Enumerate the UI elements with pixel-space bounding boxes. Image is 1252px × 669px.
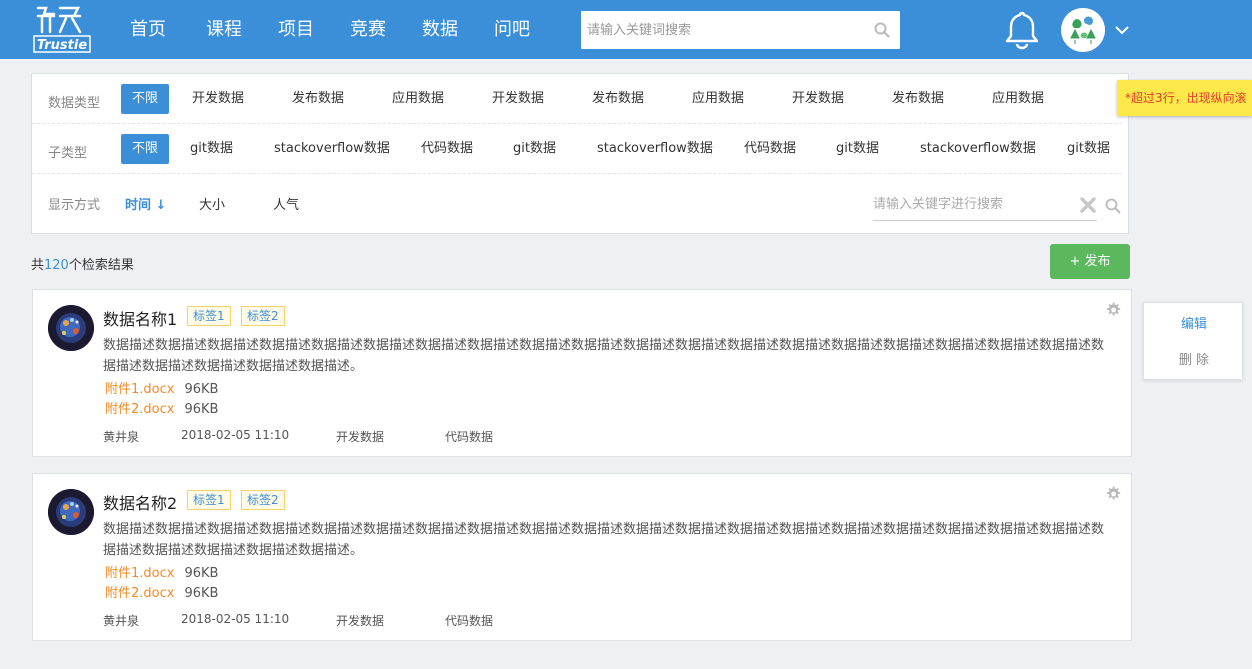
- filter-row-type: 数据类型 不限 开发数据 发布数据 应用数据 开发数据 发布数据 应用数据 开发…: [32, 74, 1122, 124]
- type-option[interactable]: 发布数据: [292, 84, 344, 114]
- result-count-prefix: 共: [31, 258, 45, 273]
- filter-label-display: 显示方式: [48, 198, 101, 213]
- filter-label-type: 数据类型: [48, 96, 101, 111]
- attachment: 附件1.docx 96KB: [105, 562, 218, 581]
- gear-icon[interactable]: [1105, 302, 1121, 322]
- attachment-size: 96KB: [184, 382, 219, 397]
- delete-button[interactable]: 删 除: [1144, 349, 1244, 368]
- sort-by-time[interactable]: 时间 ↓: [125, 194, 166, 213]
- type-option[interactable]: 发布数据: [892, 84, 944, 114]
- search-icon[interactable]: [1105, 198, 1121, 218]
- card-tag[interactable]: 标签1: [187, 306, 231, 326]
- subtype-option[interactable]: git数据: [836, 134, 879, 164]
- result-count: 共120个检索结果: [31, 254, 134, 273]
- filter-search-input[interactable]: [873, 189, 1073, 219]
- card-avatar[interactable]: [48, 489, 94, 535]
- filter-label-subtype: 子类型: [48, 146, 88, 161]
- card-avatar[interactable]: [48, 305, 94, 351]
- attachment: 附件1.docx 96KB: [105, 378, 218, 397]
- filter-row-subtype: 子类型 不限 git数据 stackoverflow数据 代码数据 git数据 …: [32, 124, 1122, 174]
- nav-qa[interactable]: 问吧: [476, 0, 548, 59]
- card-tag[interactable]: 标签2: [241, 490, 285, 510]
- sort-by-popularity[interactable]: 人气: [273, 194, 299, 213]
- card-title[interactable]: 数据名称1: [103, 306, 177, 330]
- trustie-logo[interactable]: Trustie: [32, 4, 92, 54]
- data-card: 数据名称1 标签1 标签2 数据描述数据描述数据描述数据描述数据描述数据描述数据…: [32, 289, 1132, 457]
- global-search: [581, 11, 900, 49]
- type-option[interactable]: 开发数据: [792, 84, 844, 114]
- subtype-option[interactable]: git数据: [190, 134, 233, 164]
- user-avatar[interactable]: [1061, 8, 1105, 52]
- subtype-option[interactable]: stackoverflow数据: [274, 134, 390, 164]
- attachment-name[interactable]: 附件2.docx: [105, 402, 174, 417]
- card-action-menu: 编辑 删 除: [1143, 302, 1243, 380]
- main-nav: 首页 课程 项目 竞赛 数据 问吧: [112, 0, 548, 59]
- type-option[interactable]: 开发数据: [192, 84, 244, 114]
- attachment: 附件2.docx 96KB: [105, 398, 218, 417]
- card-subtype: 代码数据: [445, 614, 494, 628]
- data-card: 数据名称2 标签1 标签2 数据描述数据描述数据描述数据描述数据描述数据描述数据…: [32, 473, 1132, 641]
- attachment-size: 96KB: [184, 566, 219, 581]
- top-navbar: Trustie 首页 课程 项目 竞赛 数据 问吧: [0, 0, 1252, 59]
- type-option[interactable]: 应用数据: [692, 84, 744, 114]
- card-description: 数据描述数据描述数据描述数据描述数据描述数据描述数据描述数据描述数据描述数据描述…: [103, 522, 1105, 558]
- filter-row-display: 显示方式 时间 ↓ 大小 人气: [32, 176, 1122, 226]
- type-option[interactable]: 不限: [121, 84, 170, 114]
- svg-text:Trustie: Trustie: [37, 38, 88, 53]
- search-icon[interactable]: [874, 22, 890, 42]
- card-author: 黄井泉: [103, 614, 140, 628]
- card-type: 开发数据: [336, 614, 385, 628]
- attachment: 附件2.docx 96KB: [105, 582, 218, 601]
- edit-button[interactable]: 编辑: [1144, 313, 1244, 332]
- annotation-note: *超过3行，出现纵向滚: [1117, 80, 1252, 116]
- attachment-name[interactable]: 附件2.docx: [105, 586, 174, 601]
- type-option[interactable]: 应用数据: [392, 84, 444, 114]
- chevron-down-icon[interactable]: [1115, 24, 1129, 39]
- card-tag[interactable]: 标签2: [241, 306, 285, 326]
- attachment-name[interactable]: 附件1.docx: [105, 566, 174, 581]
- subtype-option[interactable]: git数据: [1067, 134, 1110, 164]
- card-time: 2018-02-05 11:10: [181, 428, 290, 442]
- nav-home[interactable]: 首页: [112, 0, 184, 59]
- bell-icon[interactable]: [1004, 10, 1040, 54]
- subtype-option[interactable]: 代码数据: [744, 134, 796, 164]
- type-option[interactable]: 开发数据: [492, 84, 544, 114]
- clear-icon[interactable]: [1080, 197, 1096, 217]
- nav-data[interactable]: 数据: [404, 0, 476, 59]
- filter-panel: 数据类型 不限 开发数据 发布数据 应用数据 开发数据 发布数据 应用数据 开发…: [31, 73, 1129, 234]
- result-count-suffix: 个检索结果: [68, 258, 134, 273]
- type-option[interactable]: 发布数据: [592, 84, 644, 114]
- gear-icon[interactable]: [1105, 486, 1121, 506]
- card-time: 2018-02-05 11:10: [181, 612, 290, 626]
- card-type: 开发数据: [336, 430, 385, 444]
- nav-projects[interactable]: 项目: [260, 0, 332, 59]
- card-title[interactable]: 数据名称2: [103, 490, 177, 514]
- subtype-option[interactable]: git数据: [513, 134, 556, 164]
- publish-button[interactable]: + 发布: [1050, 244, 1130, 279]
- filter-search: [873, 189, 1097, 221]
- nav-courses[interactable]: 课程: [188, 0, 260, 59]
- card-tag[interactable]: 标签1: [187, 490, 231, 510]
- attachment-name[interactable]: 附件1.docx: [105, 382, 174, 397]
- card-description: 数据描述数据描述数据描述数据描述数据描述数据描述数据描述数据描述数据描述数据描述…: [103, 338, 1105, 374]
- attachment-size: 96KB: [184, 402, 219, 417]
- subtype-option[interactable]: stackoverflow数据: [920, 134, 1036, 164]
- card-author: 黄井泉: [103, 430, 140, 444]
- card-subtype: 代码数据: [445, 430, 494, 444]
- attachment-size: 96KB: [184, 586, 219, 601]
- subtype-option[interactable]: 不限: [121, 134, 170, 164]
- sort-by-size[interactable]: 大小: [199, 194, 225, 213]
- result-count-number: 120: [44, 258, 69, 273]
- type-option[interactable]: 应用数据: [992, 84, 1044, 114]
- subtype-option[interactable]: 代码数据: [421, 134, 473, 164]
- subtype-option[interactable]: stackoverflow数据: [597, 134, 713, 164]
- nav-contests[interactable]: 竞赛: [332, 0, 404, 59]
- global-search-input[interactable]: [581, 11, 861, 49]
